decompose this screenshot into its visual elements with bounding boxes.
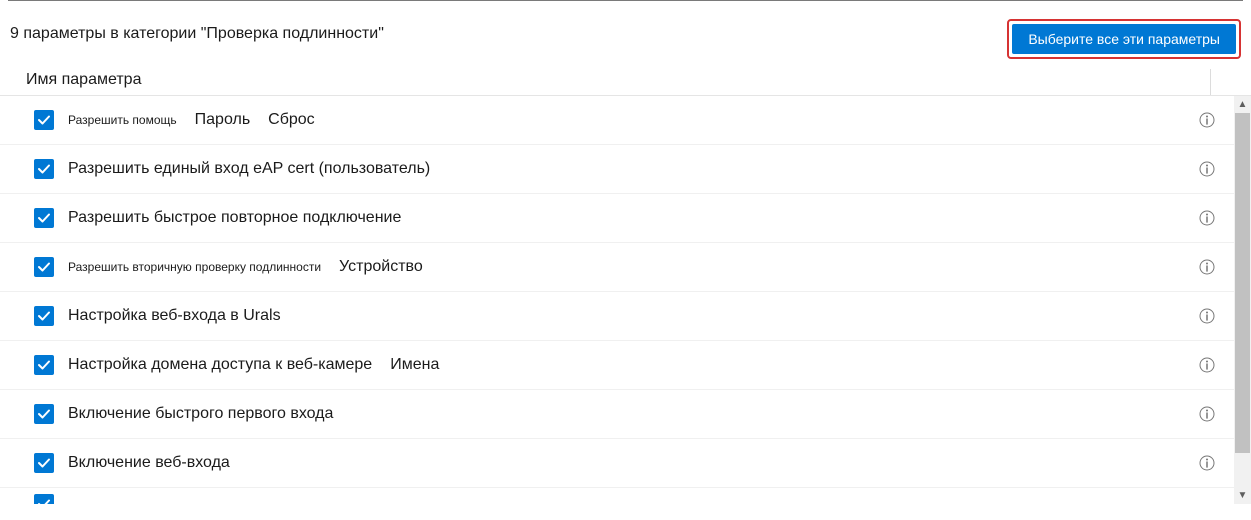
settings-count: 9	[10, 25, 19, 42]
checkbox-checked-icon[interactable]	[34, 257, 54, 277]
row-labels: Разрешить единый вход eAP cert (пользова…	[68, 160, 1198, 178]
row-labels: Включение быстрого первого входа	[68, 405, 1198, 423]
row-label: Устройство	[339, 258, 423, 276]
row-label: Разрешить помощь	[68, 113, 177, 127]
scroll-up-icon[interactable]: ▲	[1234, 96, 1251, 113]
row-labels: Разрешить быстрое повторное подключение	[68, 209, 1198, 227]
table-row[interactable]: Настройка веб-входа в Urals	[0, 292, 1234, 341]
table-row[interactable]: Включение веб-входа	[0, 439, 1234, 488]
scrollbar-thumb[interactable]	[1235, 113, 1250, 453]
scrollbar[interactable]: ▲ ▼	[1234, 96, 1251, 504]
column-name: Имя параметра	[26, 71, 141, 88]
settings-list-wrap: Разрешить помощь Пароль Сброс Разрешить еди…	[0, 96, 1251, 504]
info-icon[interactable]	[1198, 258, 1216, 276]
info-icon[interactable]	[1198, 356, 1216, 374]
category-text: параметры в категории "Проверка подлинно…	[23, 25, 384, 42]
row-label: Пароль	[195, 111, 251, 129]
row-label: Включение веб-входа	[68, 454, 230, 472]
checkbox-checked-icon[interactable]	[34, 306, 54, 326]
row-label: Разрешить быстрое повторное подключение	[68, 209, 401, 227]
checkbox-checked-icon[interactable]	[34, 208, 54, 228]
info-icon[interactable]	[1198, 209, 1216, 227]
scrollbar-track[interactable]	[1234, 113, 1251, 487]
row-label: Разрешить единый вход eAP cert (пользова…	[68, 160, 430, 178]
table-row[interactable]: Настройка домена доступа к веб-камере Име…	[0, 341, 1234, 390]
column-separator	[1210, 69, 1211, 95]
info-icon[interactable]	[1198, 111, 1216, 129]
checkbox-checked-icon[interactable]	[34, 159, 54, 179]
row-labels: Включение веб-входа	[68, 454, 1198, 472]
row-label: Включение быстрого первого входа	[68, 405, 333, 423]
table-row[interactable]: Разрешить помощь Пароль Сброс	[0, 96, 1234, 145]
checkbox-checked-icon[interactable]	[34, 453, 54, 473]
info-icon[interactable]	[1198, 405, 1216, 423]
row-labels: Настройка веб-входа в Urals	[68, 307, 1198, 325]
select-all-highlight: Выберите все эти параметры	[1007, 19, 1241, 59]
select-all-button[interactable]: Выберите все эти параметры	[1012, 24, 1236, 54]
info-icon[interactable]	[1198, 307, 1216, 325]
table-row[interactable]	[0, 488, 1234, 504]
table-row[interactable]: Разрешить вторичную проверку подлинности…	[0, 243, 1234, 292]
category-header: 9 параметры в категории "Проверка подлин…	[0, 1, 1251, 65]
row-label: Настройка домена доступа к веб-камере	[68, 356, 372, 374]
info-icon[interactable]	[1198, 454, 1216, 472]
row-labels: Разрешить помощь Пароль Сброс	[68, 111, 1198, 129]
info-icon[interactable]	[1198, 160, 1216, 178]
checkbox-checked-icon[interactable]	[34, 110, 54, 130]
row-labels: Настройка домена доступа к веб-камере Име…	[68, 356, 1198, 374]
category-title: 9 параметры в категории "Проверка подлин…	[10, 19, 384, 43]
row-label: Разрешить вторичную проверку подлинности	[68, 260, 321, 274]
table-row[interactable]: Разрешить быстрое повторное подключение	[0, 194, 1234, 243]
settings-list: Разрешить помощь Пароль Сброс Разрешить еди…	[0, 96, 1234, 504]
checkbox-checked-icon[interactable]	[34, 355, 54, 375]
row-labels: Разрешить вторичную проверку подлинности…	[68, 258, 1198, 276]
row-label: Имена	[390, 356, 439, 374]
row-label: Сброс	[268, 111, 315, 129]
checkbox-checked-icon[interactable]	[34, 494, 54, 504]
scroll-down-icon[interactable]: ▼	[1234, 487, 1251, 504]
table-header: Имя параметра	[0, 65, 1251, 96]
checkbox-checked-icon[interactable]	[34, 404, 54, 424]
table-row[interactable]: Включение быстрого первого входа	[0, 390, 1234, 439]
table-row[interactable]: Разрешить единый вход eAP cert (пользова…	[0, 145, 1234, 194]
row-label: Настройка веб-входа в Urals	[68, 307, 281, 325]
